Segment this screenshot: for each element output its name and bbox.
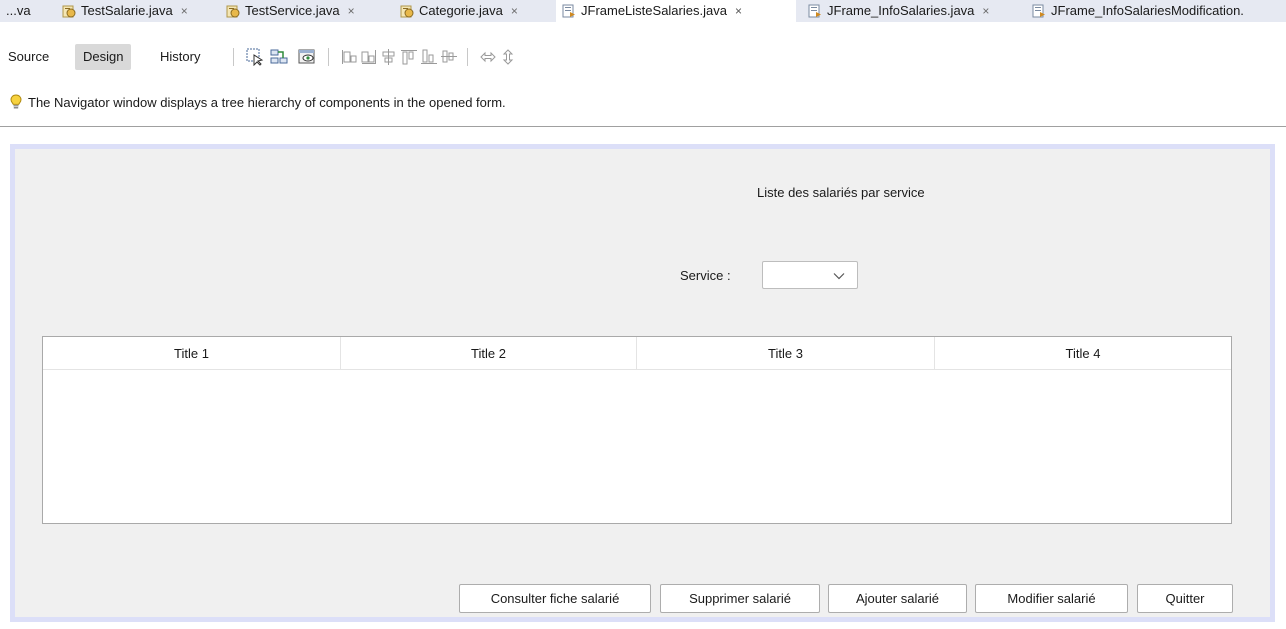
chevron-down-icon [833, 273, 845, 280]
history-button[interactable]: History [152, 44, 208, 70]
center-horizontally-icon[interactable] [380, 48, 398, 66]
tab-testservice[interactable]: TestService.java × [220, 0, 390, 22]
tab-jframelistesalaries[interactable]: JFrameListeSalaries.java × [556, 0, 796, 22]
tab-label: TestSalarie.java [81, 3, 173, 18]
tab-testsalarie[interactable]: TestSalarie.java × [56, 0, 214, 22]
tab-label: ...va [6, 3, 31, 18]
java-class-icon [400, 5, 414, 18]
consult-employee-button[interactable]: Consulter fiche salarié [459, 584, 651, 613]
close-icon[interactable]: × [511, 0, 518, 22]
service-label: Service : [680, 268, 731, 283]
lightbulb-icon [10, 94, 22, 109]
align-bottom-icon[interactable] [420, 48, 438, 66]
column-header-title-2[interactable]: Title 2 [341, 337, 637, 370]
form-title-label: Liste des salariés par service [757, 185, 925, 200]
align-right-icon[interactable] [360, 48, 378, 66]
align-top-icon[interactable] [400, 48, 418, 66]
toolbar-divider [328, 48, 329, 66]
tab-categorie[interactable]: Categorie.java × [394, 0, 554, 22]
center-vertically-icon[interactable] [440, 48, 458, 66]
design-button[interactable]: Design [75, 44, 132, 70]
modify-employee-button[interactable]: Modifier salarié [975, 584, 1128, 613]
toolbar-divider [233, 48, 234, 66]
column-header-title-1[interactable]: Title 1 [43, 337, 341, 370]
table-header: Title 1 Title 2 Title 3 Title 4 [43, 337, 1231, 370]
close-icon[interactable]: × [735, 0, 742, 22]
resize-horizontal-icon[interactable] [479, 48, 497, 66]
tab-label: Categorie.java [419, 3, 503, 18]
tab-jframe-infosalariesmodification[interactable]: JFrame_InfoSalariesModification. [1026, 0, 1286, 22]
tab-label: TestService.java [245, 3, 340, 18]
close-icon[interactable]: × [181, 0, 188, 22]
form-file-icon [562, 4, 575, 18]
editor-tab-bar: ...va TestSalarie.java × TestService.jav… [0, 0, 1286, 22]
java-class-icon [226, 5, 240, 18]
close-icon[interactable]: × [348, 0, 355, 22]
editor-divider [0, 126, 1286, 127]
java-class-icon [62, 5, 76, 18]
form-file-icon [1032, 4, 1045, 18]
navigator-hint-text: The Navigator window displays a tree hie… [28, 94, 506, 110]
column-header-title-4[interactable]: Title 4 [935, 337, 1231, 370]
source-button[interactable]: Source [0, 44, 57, 70]
navigator-hint: The Navigator window displays a tree hie… [0, 90, 1286, 114]
tab-jframe-infosalaries[interactable]: JFrame_InfoSalaries.java × [802, 0, 1022, 22]
connection-mode-icon[interactable] [270, 48, 288, 66]
toolbar-divider [467, 48, 468, 66]
resize-vertical-icon[interactable] [499, 48, 517, 66]
editor-toolbar: Source Design History [0, 44, 1286, 73]
form-file-icon [808, 4, 821, 18]
close-icon[interactable]: × [982, 0, 989, 22]
selection-mode-icon[interactable] [246, 48, 264, 66]
delete-employee-button[interactable]: Supprimer salarié [660, 584, 820, 613]
add-employee-button[interactable]: Ajouter salarié [828, 584, 967, 613]
tab-label: JFrame_InfoSalariesModification. [1051, 3, 1244, 18]
tab-overflow[interactable]: ...va [0, 0, 52, 22]
column-header-title-3[interactable]: Title 3 [637, 337, 935, 370]
tab-label: JFrame_InfoSalaries.java [827, 3, 975, 18]
preview-design-icon[interactable] [298, 48, 316, 66]
align-left-icon[interactable] [340, 48, 358, 66]
quit-button[interactable]: Quitter [1137, 584, 1233, 613]
tab-label: JFrameListeSalaries.java [581, 3, 727, 18]
service-combobox[interactable] [762, 261, 858, 289]
salaries-table[interactable]: Title 1 Title 2 Title 3 Title 4 [42, 336, 1232, 524]
